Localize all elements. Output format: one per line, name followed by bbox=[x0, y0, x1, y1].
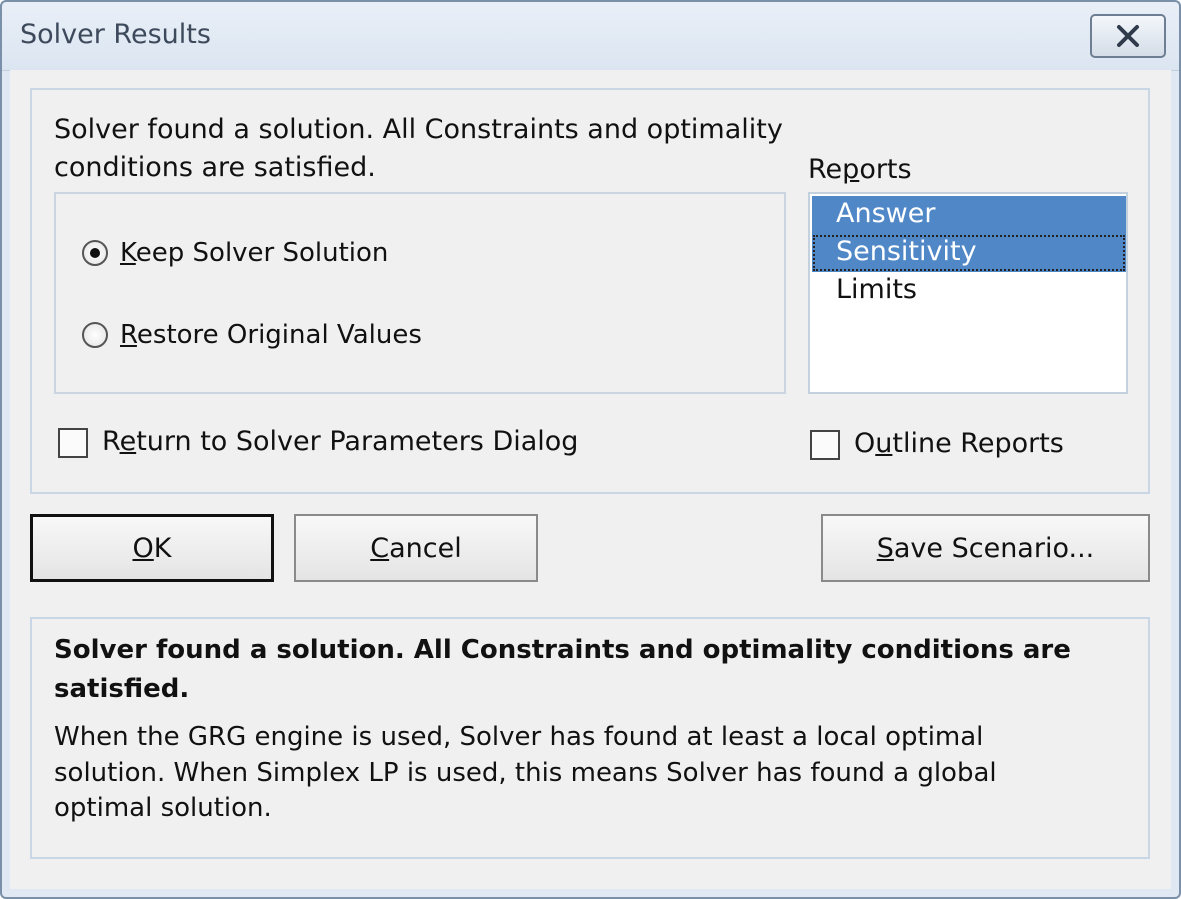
close-button[interactable] bbox=[1090, 14, 1166, 58]
cancel-button[interactable]: Cancel bbox=[294, 514, 538, 582]
radio-selected-dot bbox=[90, 248, 100, 258]
restore-values-label: Restore Original Values bbox=[120, 320, 422, 350]
save-scenario-button[interactable]: Save Scenario... bbox=[821, 514, 1150, 582]
report-item-answer[interactable]: Answer bbox=[812, 196, 1126, 234]
radio-indicator[interactable] bbox=[82, 240, 108, 266]
description-panel: Solver found a solution. All Constraints… bbox=[30, 617, 1150, 859]
outline-reports-label: Outline Reports bbox=[854, 428, 1064, 459]
description-body-line3: optimal solution. bbox=[54, 793, 272, 823]
description-body-line2: solution. When Simplex LP is used, this … bbox=[54, 758, 997, 788]
result-message-line1: Solver found a solution. All Constraints… bbox=[54, 114, 783, 145]
close-icon bbox=[1117, 25, 1139, 47]
dialog-title: Solver Results bbox=[20, 19, 211, 50]
cancel-button-label: Cancel bbox=[370, 532, 462, 564]
radio-indicator[interactable] bbox=[82, 322, 108, 348]
checkbox-box[interactable] bbox=[58, 428, 88, 458]
dialog-body: Solver found a solution. All Constraints… bbox=[10, 70, 1171, 889]
reports-listbox[interactable]: Answer Sensitivity Limits bbox=[808, 192, 1128, 394]
solution-options-group: Keep Solver Solution Restore Original Va… bbox=[54, 192, 786, 394]
save-scenario-button-label: Save Scenario... bbox=[876, 532, 1095, 564]
result-message-line2: conditions are satisfied. bbox=[54, 152, 376, 183]
ok-button[interactable]: OK bbox=[30, 514, 274, 582]
solver-results-dialog: Solver Results Solver found a solution. … bbox=[0, 0, 1181, 899]
outline-reports-checkbox[interactable]: Outline Reports bbox=[810, 428, 1110, 464]
description-body-line1: When the GRG engine is used, Solver has … bbox=[54, 722, 984, 752]
report-item-sensitivity[interactable]: Sensitivity bbox=[812, 234, 1126, 272]
return-to-parameters-label: Return to Solver Parameters Dialog bbox=[102, 426, 579, 457]
keep-solution-radio[interactable]: Keep Solver Solution bbox=[82, 238, 402, 272]
description-heading-line1: Solver found a solution. All Constraints… bbox=[54, 635, 1071, 665]
results-panel: Solver found a solution. All Constraints… bbox=[30, 88, 1150, 494]
description-heading-line2: satisfied. bbox=[54, 674, 190, 704]
return-to-parameters-checkbox[interactable]: Return to Solver Parameters Dialog bbox=[58, 426, 618, 462]
keep-solution-label: Keep Solver Solution bbox=[120, 238, 389, 268]
title-bar[interactable]: Solver Results bbox=[2, 2, 1179, 71]
reports-label: Reports bbox=[808, 154, 912, 185]
report-item-limits[interactable]: Limits bbox=[812, 272, 1126, 310]
checkbox-box[interactable] bbox=[810, 430, 840, 460]
restore-values-radio[interactable]: Restore Original Values bbox=[82, 320, 422, 354]
ok-button-label: OK bbox=[132, 532, 172, 564]
